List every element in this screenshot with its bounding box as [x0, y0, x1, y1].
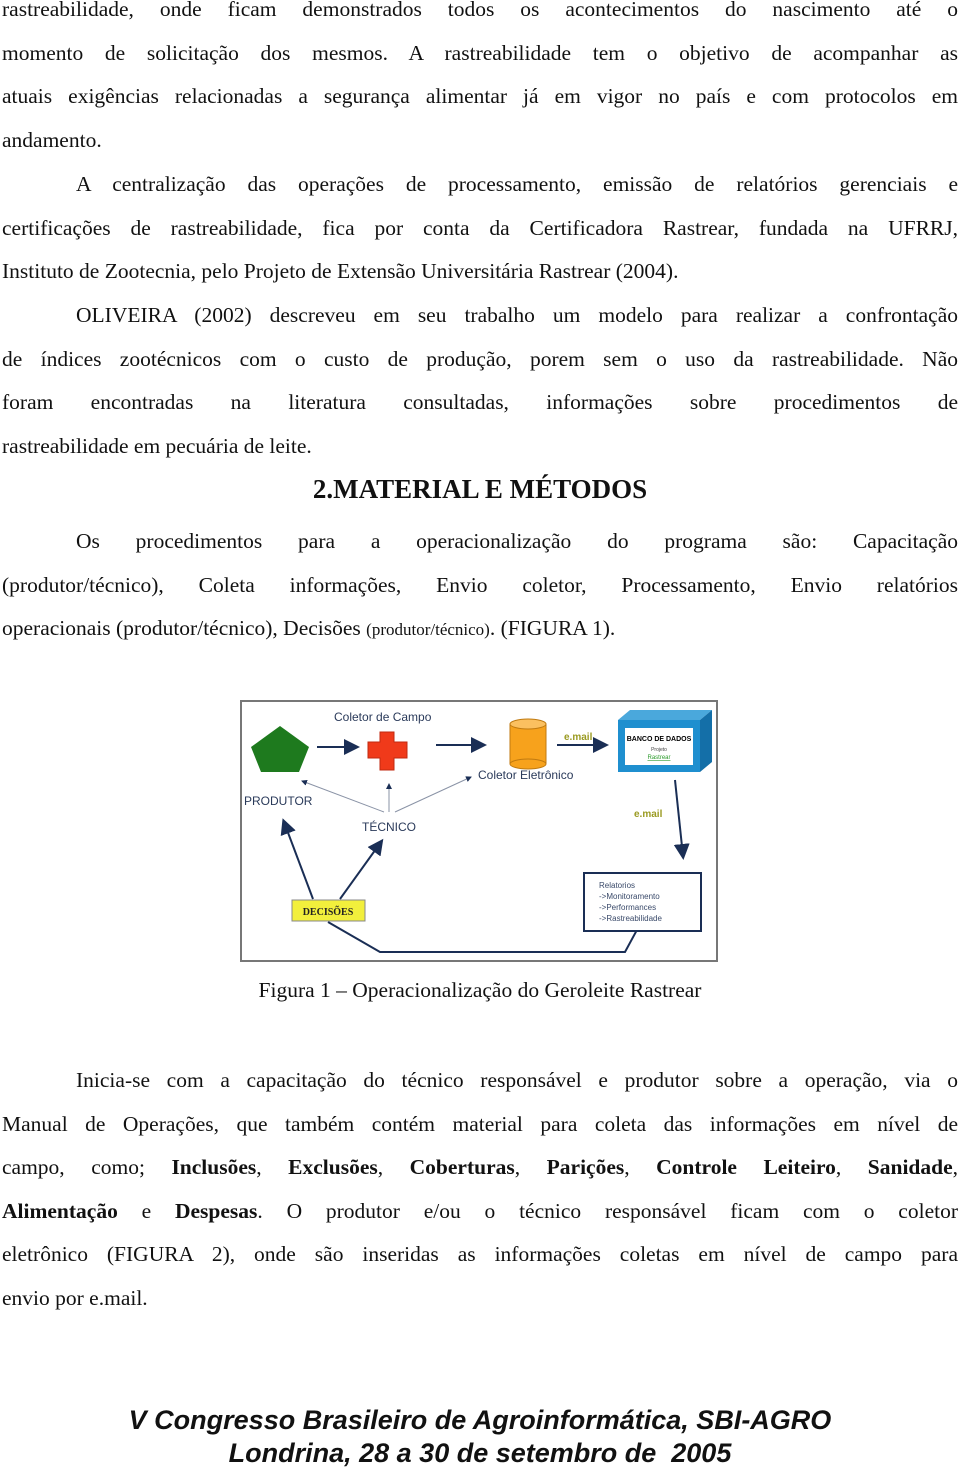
paragraph-4: Os procedimentos para a operacionalizaçã… [2, 520, 958, 651]
label-coletor-eletronico: Coletor Eletrônico [478, 768, 574, 782]
coletor-eletronico-cylinder-icon [509, 718, 547, 770]
text-line: operacionais (produtor/técnico), Decisõe… [2, 616, 616, 641]
text-line: envio por e.mail. [2, 1285, 148, 1310]
text-line: A centralização das operações de process… [76, 172, 958, 196]
text-line: andamento. [2, 127, 102, 152]
label-decisoes: DECISÕES [303, 906, 354, 918]
text-line: atuais exigências relacionadas a seguran… [2, 84, 958, 109]
relatorios-line: ->Rastreabilidade [599, 914, 662, 923]
text-line: (produtor/técnico), Coleta informações, … [2, 572, 958, 597]
figure-1-diagram: BANCO DE DADOS Projeto Rastrear Coletor … [240, 700, 718, 962]
text-line: Instituto de Zootecnia, pelo Projeto de … [2, 259, 679, 284]
text-line: certificações de rastreabilidade, fica p… [2, 215, 958, 240]
banco-title: BANCO DE DADOS [627, 736, 692, 743]
paragraph-5: Inicia-se com a capacitação do técnico r… [2, 1059, 958, 1321]
paragraph-3: OLIVEIRA (2002) descreveu em seu trabalh… [2, 294, 958, 468]
relatorios-line: ->Performances [599, 903, 656, 912]
item-alimentacao: Alimentação [2, 1198, 118, 1223]
item-despesas: Despesas [174, 1198, 258, 1223]
text-line: Os procedimentos para a operacionalizaçã… [76, 529, 958, 553]
text-line: OLIVEIRA (2002) descreveu em seu trabalh… [76, 303, 958, 327]
label-tecnico: TÉCNICO [362, 819, 416, 834]
label-email-1: e.mail [564, 732, 593, 743]
footer-line-2: Londrina, 28 a 30 de setembro de 2005 [228, 1438, 732, 1468]
item-coberturas: Coberturas [409, 1155, 515, 1180]
text-line: rastreabilidade, onde ficam demonstrados… [2, 0, 958, 21]
text-line: Alimentação e Despesas. O produtor e/ou … [2, 1198, 959, 1223]
footer-line-1: V Congresso Brasileiro de Agroinformátic… [128, 1405, 832, 1435]
text-line: rastreabilidade em pecuária de leite. [2, 433, 312, 458]
text-line: momento de solicitação dos mesmos. A ras… [2, 40, 958, 65]
figure-caption: Figura 1 – Operacionalização do Geroleit… [258, 978, 702, 1002]
diagram-svg: BANCO DE DADOS Projeto Rastrear Coletor … [240, 700, 718, 962]
section-heading: 2.MATERIAL E MÉTODOS [312, 474, 648, 504]
label-email-2: e.mail [634, 809, 663, 820]
text-line: de índices zootécnicos com o custo de pr… [2, 346, 958, 371]
banco-de-dados-box-icon: BANCO DE DADOS Projeto Rastrear [618, 710, 712, 772]
paragraph-1: rastreabilidade, onde ficam demonstrados… [2, 0, 958, 162]
text-line: Manual de Operações, que também contém m… [2, 1111, 958, 1136]
item-paricoes: Parições [546, 1155, 625, 1180]
relatorios-line: Relatorios [599, 881, 635, 890]
label-produtor: PRODUTOR [244, 794, 313, 808]
item-inclusoes: Inclusões [171, 1155, 257, 1180]
paragraph-2: A centralização das operações de process… [2, 163, 958, 294]
item-sanidade: Sanidade [867, 1155, 953, 1180]
page-footer: V Congresso Brasileiro de Agroinformátic… [0, 1404, 960, 1470]
text-line: Inicia-se com a capacitação do técnico r… [76, 1068, 958, 1092]
text-line: campo, como; Inclusões, Exclusões, Cober… [2, 1155, 959, 1180]
text-line: eletrônico (FIGURA 2), onde são inserida… [2, 1242, 958, 1267]
relatorios-line: ->Monitoramento [599, 892, 660, 901]
label-coletor-campo: Coletor de Campo [334, 710, 432, 724]
banco-sub2: Rastrear [647, 755, 670, 761]
banco-sub1: Projeto [651, 747, 667, 753]
item-exclusoes: Exclusões [288, 1155, 378, 1180]
item-controle-leiteiro: Controle Leiteiro [656, 1155, 836, 1180]
text-line: foram encontradas na literatura consulta… [2, 390, 958, 415]
